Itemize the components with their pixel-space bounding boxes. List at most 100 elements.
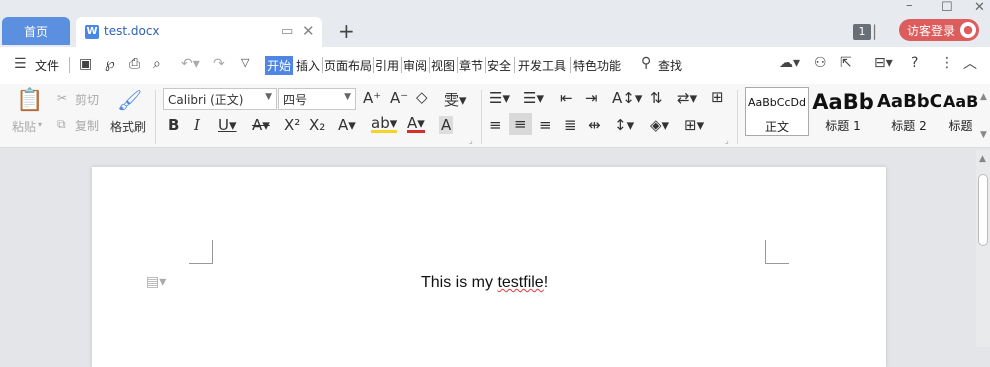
share-user-icon[interactable]: ⚇ xyxy=(814,55,827,71)
menu-tab-review[interactable]: 审阅 xyxy=(403,57,427,74)
share-icon[interactable]: ⇱ xyxy=(840,55,852,71)
font-color-icon[interactable]: A▾ xyxy=(407,116,425,133)
scrollbar-thumb[interactable] xyxy=(978,174,988,246)
paragraph-dialog-launcher-icon[interactable]: ⌟ xyxy=(725,136,729,145)
show-marks-icon[interactable]: ⇄▾ xyxy=(677,89,697,107)
menu-tab-chapter[interactable]: 章节 xyxy=(459,57,483,74)
justify-icon[interactable]: ≣ xyxy=(564,116,577,134)
copy-button[interactable]: 复制 xyxy=(75,117,99,134)
increase-indent-icon[interactable]: ⇥ xyxy=(585,89,598,107)
underline-icon[interactable]: U▾ xyxy=(218,116,237,134)
chevron-down-icon: ▼ xyxy=(265,92,272,102)
menu-bar: ☰ 文件 ▣ ℘ ⎙ ⌕ ↶▾ ↷ ▽ 开始 插入 页面布局 引用 审阅 视图 … xyxy=(0,47,990,84)
new-tab-icon[interactable]: + xyxy=(338,19,355,43)
paste-button[interactable]: 粘贴 xyxy=(12,118,36,135)
menu-tab-references[interactable]: 引用 xyxy=(375,57,399,74)
format-painter-icon[interactable]: 🖌 xyxy=(117,88,142,112)
cut-button[interactable]: 剪切 xyxy=(75,91,99,108)
paste-icon[interactable]: 📋 xyxy=(16,88,43,113)
text-direction-icon[interactable]: A↕▾ xyxy=(612,89,642,107)
table-layout-icon[interactable]: ⊞ xyxy=(711,88,724,106)
tab-document-label: test.docx xyxy=(104,24,160,38)
borders-icon[interactable]: ⊞▾ xyxy=(684,116,704,134)
align-left-icon[interactable]: ≡ xyxy=(489,116,502,134)
cut-icon[interactable]: ✂ xyxy=(57,91,67,105)
line-spacing-icon[interactable]: ↕▾ xyxy=(614,116,634,134)
undo-icon[interactable]: ↶▾ xyxy=(181,56,200,72)
clear-format-icon[interactable]: ◇ xyxy=(416,88,428,106)
login-label: 访客登录 xyxy=(907,23,956,38)
login-button[interactable]: 访客登录 ● xyxy=(899,19,979,41)
text-effect-icon[interactable]: A▾ xyxy=(338,116,356,134)
decrease-indent-icon[interactable]: ⇤ xyxy=(560,89,573,107)
quick-access-dropdown-icon[interactable]: ▽ xyxy=(241,56,249,69)
phonetic-guide-icon[interactable]: 雯▾ xyxy=(444,89,467,110)
print-preview-icon[interactable]: ⌕ xyxy=(153,56,161,72)
format-painter-button[interactable]: 格式刷 xyxy=(110,118,146,135)
window-icon[interactable]: ▭ xyxy=(281,24,293,39)
minimize-icon[interactable]: – xyxy=(906,0,913,13)
highlight-icon[interactable]: ab▾ xyxy=(371,116,398,133)
menu-file[interactable]: 文件 xyxy=(35,57,59,74)
misspelled-word[interactable]: testfile xyxy=(497,274,543,291)
cloud-sync-icon[interactable]: ☁▾ xyxy=(779,55,800,71)
document-text[interactable]: This is my testfile! xyxy=(421,274,548,292)
close-window-icon[interactable]: ✕ xyxy=(974,0,985,15)
menu-tab-view[interactable]: 视图 xyxy=(431,57,455,74)
superscript-icon[interactable]: X² xyxy=(284,116,300,134)
font-size-select[interactable]: 四号 ▼ xyxy=(278,88,356,110)
export-pdf-icon[interactable]: ℘ xyxy=(105,56,115,72)
help-icon[interactable]: ? xyxy=(911,55,918,71)
menu-tab-home[interactable]: 开始 xyxy=(265,56,294,75)
menu-tab-insert[interactable]: 插入 xyxy=(296,57,320,74)
vertical-scrollbar[interactable]: ▲ xyxy=(976,150,990,347)
scroll-up-icon[interactable]: ▲ xyxy=(979,154,986,164)
paste-dropdown-icon[interactable]: ▾ xyxy=(38,120,42,129)
bold-icon[interactable]: B xyxy=(168,116,179,134)
tab-document[interactable]: W test.docx ▭ ✕ xyxy=(76,17,322,47)
menu-tab-special[interactable]: 特色功能 xyxy=(573,57,621,74)
print-icon[interactable]: ⎙ xyxy=(129,56,140,72)
style-normal[interactable]: AaBbCcDd 正文 xyxy=(745,87,809,136)
subscript-icon[interactable]: X₂ xyxy=(309,116,325,134)
align-right-icon[interactable]: ≡ xyxy=(539,116,552,134)
distribute-icon[interactable]: ⇹ xyxy=(588,116,601,134)
align-center-icon[interactable]: ≡ xyxy=(509,113,532,135)
more-icon[interactable]: ⋮ xyxy=(940,55,954,71)
numbered-list-icon[interactable]: ☰▾ xyxy=(523,89,544,107)
style-heading-2[interactable]: AaBbC 标题 2 xyxy=(877,87,941,136)
style-gallery-scroll-down-icon[interactable]: ▼ xyxy=(980,130,987,140)
paragraph-handle-icon[interactable]: ▤▾ xyxy=(146,274,166,290)
collapse-ribbon-icon[interactable]: ︿ xyxy=(963,53,977,73)
shading-icon[interactable]: ◈▾ xyxy=(650,116,669,134)
hamburger-icon[interactable]: ☰ xyxy=(14,56,27,72)
style-heading-1[interactable]: AaBb 标题 1 xyxy=(811,87,875,136)
char-shading-icon[interactable]: A xyxy=(439,116,454,134)
font-dialog-launcher-icon[interactable]: ⌟ xyxy=(469,136,473,145)
sort-icon[interactable]: ⇅ xyxy=(650,89,663,107)
style-heading[interactable]: AaB 标题 xyxy=(943,87,978,136)
document-page[interactable]: ▤▾ This is my testfile! xyxy=(92,167,886,367)
panel-toggle-icon[interactable]: | xyxy=(872,22,877,40)
menu-divider xyxy=(69,57,70,73)
font-name-select[interactable]: Calibri (正文) ▼ xyxy=(163,88,277,110)
maximize-icon[interactable]: ☐ xyxy=(941,0,953,15)
italic-icon[interactable]: I xyxy=(194,116,200,134)
tools-icon[interactable]: ⊟▾ xyxy=(874,55,893,71)
menu-tab-security[interactable]: 安全 xyxy=(487,57,511,74)
bullet-list-icon[interactable]: ☰▾ xyxy=(489,89,510,107)
menu-tab-developer[interactable]: 开发工具 xyxy=(518,57,566,74)
copy-icon[interactable]: ⧉ xyxy=(57,117,66,132)
grow-font-icon[interactable]: A⁺ xyxy=(363,89,381,107)
style-gallery-scroll-up-icon[interactable]: ▲ xyxy=(980,92,987,102)
strikethrough-icon[interactable]: A▾ xyxy=(252,116,270,134)
shrink-font-icon[interactable]: A⁻ xyxy=(390,89,408,107)
tab-home[interactable]: 首页 xyxy=(2,17,70,45)
save-icon[interactable]: ▣ xyxy=(79,56,92,72)
close-tab-icon[interactable]: ✕ xyxy=(302,22,315,40)
menu-tab-page-layout[interactable]: 页面布局 xyxy=(324,57,372,74)
search-button[interactable]: 查找 xyxy=(658,57,682,74)
search-icon[interactable]: ⚲ xyxy=(641,55,651,71)
redo-icon[interactable]: ↷ xyxy=(213,56,225,72)
window-count-badge[interactable]: 1 xyxy=(853,24,871,40)
